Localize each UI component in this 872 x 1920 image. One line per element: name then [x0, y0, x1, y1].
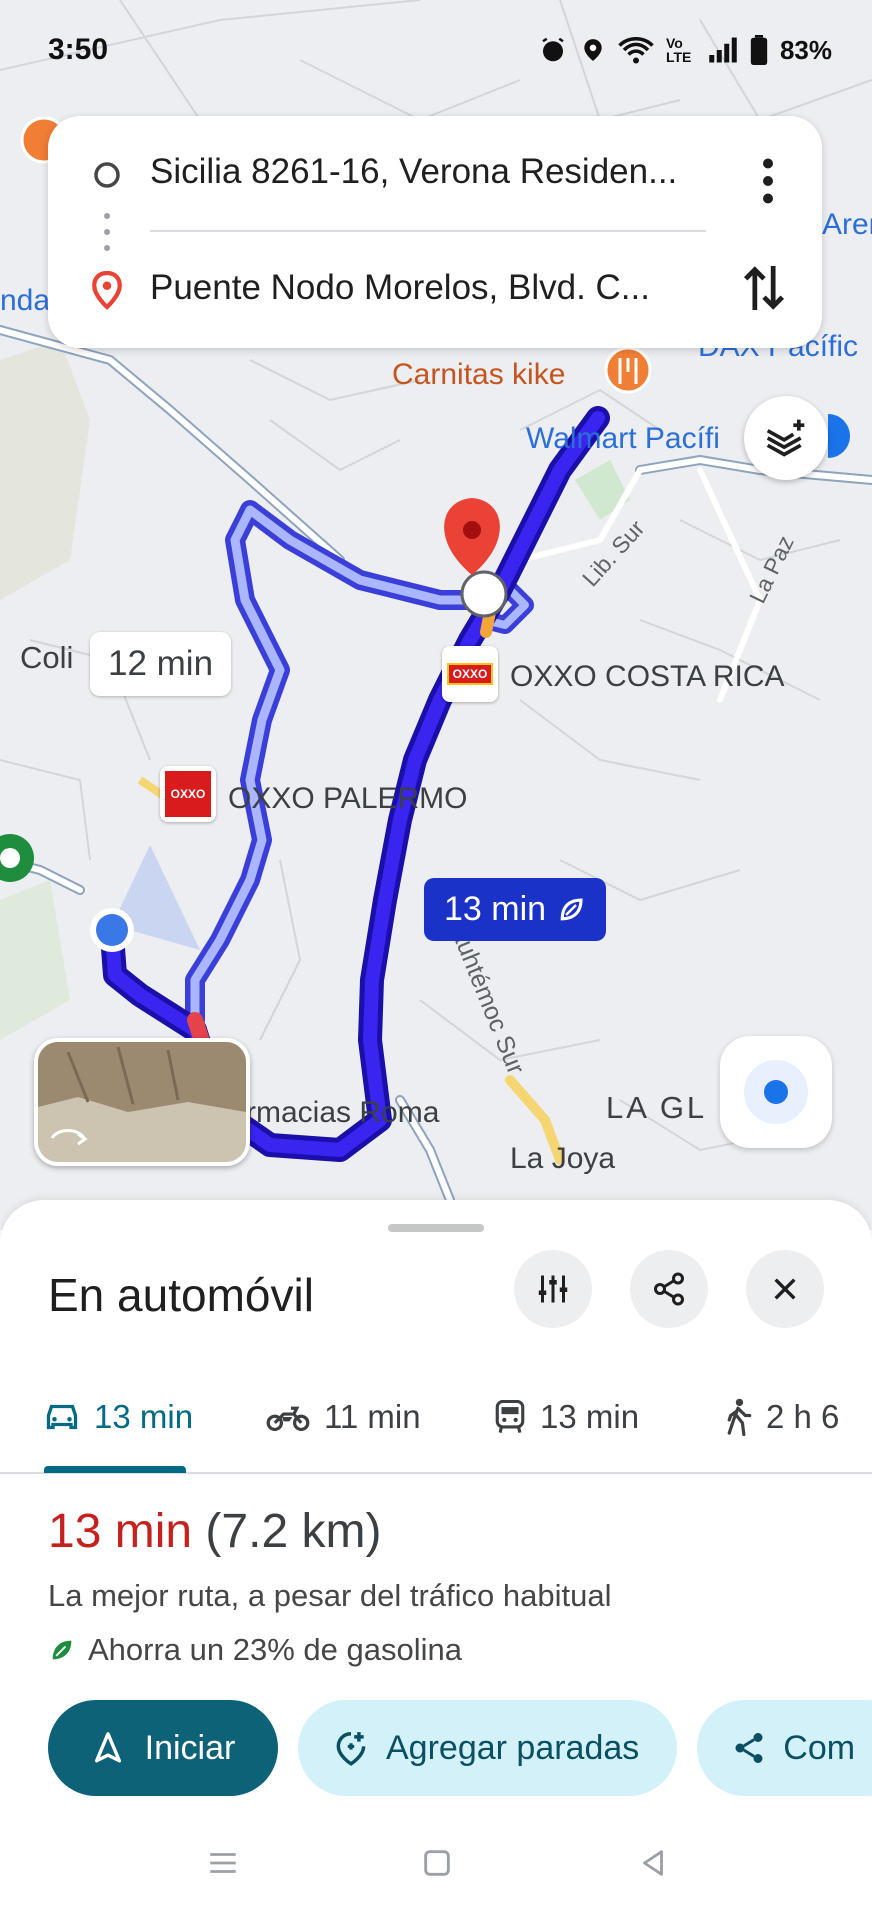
- route-distance: (7.2 km): [205, 1505, 382, 1558]
- origin-field[interactable]: Sicilia 8261-16, Verona Residen...: [150, 152, 677, 192]
- street-view-thumbnail[interactable]: [34, 1038, 250, 1166]
- status-time: 3:50: [48, 33, 109, 66]
- home-icon[interactable]: [420, 1846, 454, 1880]
- layers-add-icon: [766, 419, 805, 457]
- navigation-arrow-icon: [94, 1732, 121, 1763]
- eco-leaf-icon: [560, 897, 583, 920]
- tab-walk-label: 2 h 6: [766, 1398, 840, 1435]
- origin-circle-icon: [94, 162, 120, 188]
- battery-icon: [750, 35, 768, 65]
- main-route-time: 13 min: [444, 890, 547, 928]
- eco-savings-text: Ahorra un 23% de gasolina: [88, 1632, 462, 1667]
- motorcycle-icon: [266, 1406, 310, 1432]
- status-bar: 3:50 Vo LTE 83%: [0, 0, 872, 100]
- area-label-la-joya: La Joya: [510, 1142, 616, 1175]
- my-location-button[interactable]: [720, 1036, 832, 1148]
- area-label-coli: Coli: [20, 640, 74, 675]
- tab-walk[interactable]: 2 h 6: [724, 1398, 839, 1436]
- walk-icon: [727, 1398, 752, 1436]
- tab-transit[interactable]: 13 min: [494, 1398, 639, 1436]
- location-icon: [584, 39, 602, 61]
- share-route-button[interactable]: Com: [697, 1700, 872, 1796]
- route-duration: 13 min: [48, 1505, 193, 1558]
- poi-label-aren[interactable]: Aren: [822, 208, 872, 242]
- active-tab-indicator: [44, 1466, 186, 1473]
- alarm-icon: [542, 37, 564, 62]
- add-stops-label: Agregar paradas: [386, 1728, 640, 1767]
- destination-pin-icon: [92, 270, 122, 310]
- area-label-la-gl: LA GL: [606, 1090, 708, 1125]
- battery-percent: 83%: [779, 34, 832, 65]
- tune-icon: [538, 1275, 568, 1303]
- share-icon: [654, 1272, 684, 1306]
- share-icon: [735, 1733, 763, 1763]
- layers-button[interactable]: [744, 396, 828, 480]
- street-view-image: [38, 1042, 246, 1162]
- main-route-time-pill[interactable]: 13 min: [424, 878, 607, 941]
- directions-search-card: Sicilia 8261-16, Verona Residen... Puent…: [48, 116, 822, 348]
- transit-icon: [495, 1400, 525, 1433]
- poi-label-oxxo-costa-rica[interactable]: OXXO COSTA RICA: [510, 660, 785, 694]
- close-button[interactable]: [746, 1250, 824, 1328]
- action-buttons: Iniciar Agregar paradas Com: [48, 1700, 872, 1796]
- wifi-icon: [618, 36, 654, 64]
- start-navigation-button[interactable]: Iniciar: [48, 1700, 278, 1796]
- route-summary: 13 min (7.2 km): [48, 1504, 381, 1559]
- sheet-title: En automóvil: [48, 1269, 314, 1321]
- poi-label-walmart[interactable]: Walmart Pacífi: [526, 422, 720, 456]
- more-options-icon[interactable]: [756, 156, 780, 206]
- oxxo-logo: OXXO: [165, 771, 211, 817]
- start-navigation-label: Iniciar: [144, 1728, 236, 1767]
- tab-transit-label: 13 min: [540, 1398, 640, 1435]
- tab-motorcycle[interactable]: 11 min: [266, 1398, 421, 1436]
- share-route-label: Com: [783, 1728, 856, 1767]
- oxxo-logo: OXXO: [447, 663, 493, 685]
- back-icon[interactable]: [636, 1846, 670, 1880]
- swap-icon[interactable]: [742, 262, 786, 314]
- oxxo-costa-rica-marker-icon[interactable]: OXXO: [442, 646, 498, 702]
- travel-mode-tabs: 13 min 11 min 13 min 2 h 6: [0, 1376, 872, 1474]
- tab-car-label: 13 min: [94, 1398, 194, 1435]
- recent-apps-icon[interactable]: [206, 1846, 240, 1880]
- my-location-icon: [744, 1060, 808, 1124]
- add-location-icon: [336, 1732, 366, 1766]
- route-options-button[interactable]: [514, 1250, 592, 1328]
- signal-icon: [709, 37, 737, 63]
- share-button[interactable]: [630, 1250, 708, 1328]
- alt-route-time-pill[interactable]: 12 min: [90, 632, 232, 696]
- directions-sheet: En automóvil 13 min 11 min 13 min 2 h 6 …: [0, 1200, 872, 1920]
- eco-leaf-icon: [52, 1640, 72, 1660]
- route-dots-icon: [104, 213, 110, 251]
- tab-car[interactable]: 13 min: [44, 1398, 193, 1436]
- poi-label-carnitas[interactable]: Carnitas kike: [392, 358, 565, 392]
- field-divider: [150, 230, 706, 232]
- route-description: La mejor ruta, a pesar del tráfico habit…: [48, 1578, 612, 1613]
- poi-label-farmacias[interactable]: rmacias Roma: [246, 1096, 439, 1130]
- tab-motorcycle-label: 11 min: [324, 1398, 421, 1435]
- eco-savings: Ahorra un 23% de gasolina: [48, 1632, 462, 1668]
- poi-label-oxxo-palermo[interactable]: OXXO PALERMO: [228, 782, 468, 816]
- oxxo-palermo-marker-icon[interactable]: OXXO: [160, 766, 216, 822]
- status-icons: Vo LTE 83%: [538, 35, 832, 66]
- car-icon: [46, 1404, 78, 1430]
- system-nav-bar: [0, 1836, 872, 1920]
- add-stops-button[interactable]: Agregar paradas: [298, 1700, 678, 1796]
- sheet-drag-handle[interactable]: [388, 1224, 484, 1232]
- close-icon: [774, 1278, 796, 1300]
- destination-field[interactable]: Puente Nodo Morelos, Blvd. C...: [150, 268, 650, 308]
- network-label: Vo LTE: [665, 35, 692, 65]
